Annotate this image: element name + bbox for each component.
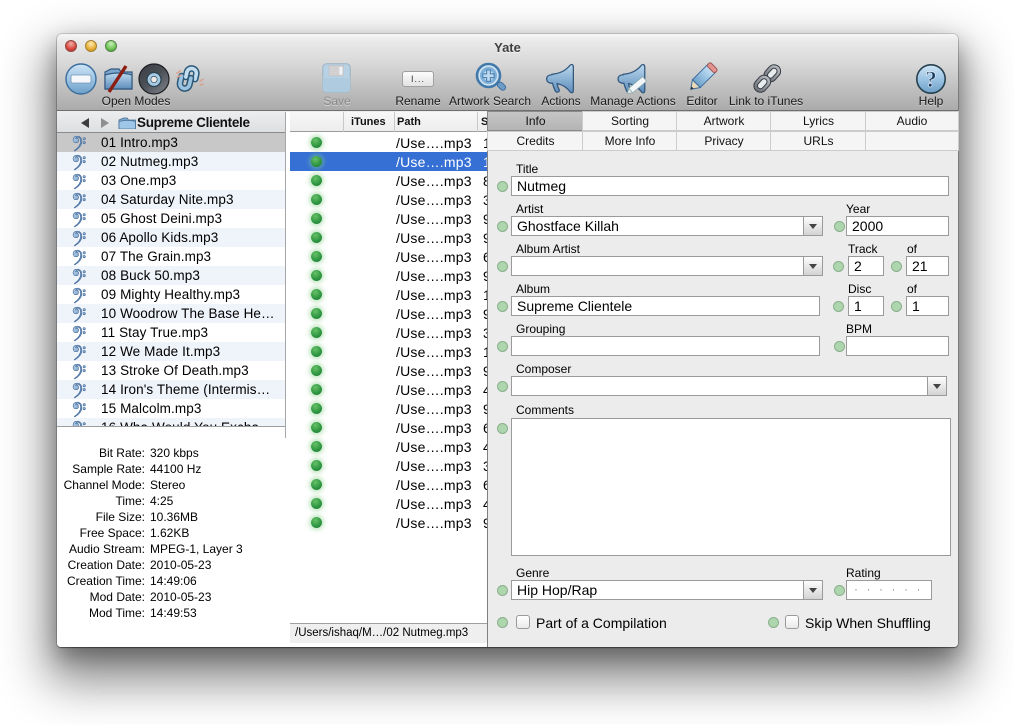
svg-text:?: ? [925, 67, 937, 92]
